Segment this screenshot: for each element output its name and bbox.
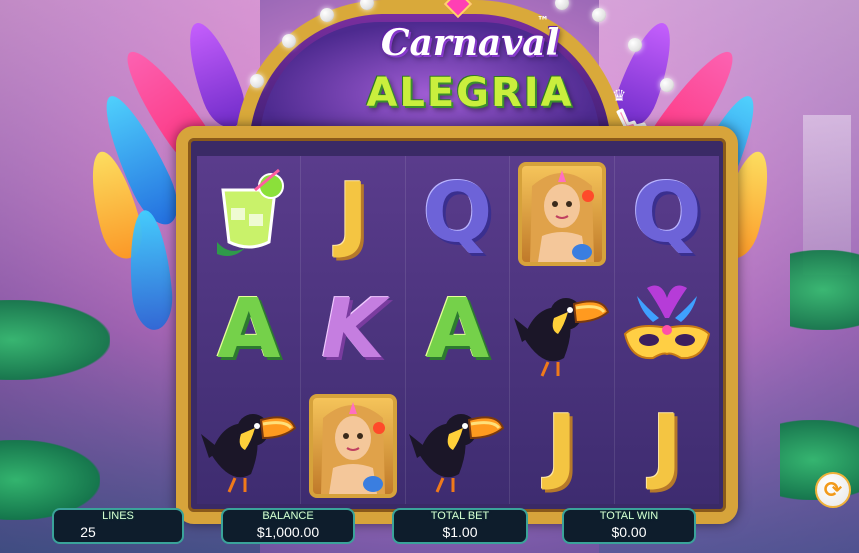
total-win-label: TOTAL WIN — [599, 510, 659, 522]
symbol-letter-q: Q — [422, 166, 493, 261]
symbol-letter-j: J — [546, 398, 578, 493]
reel-cell — [510, 272, 615, 388]
reel-cell: J — [301, 156, 406, 272]
lines-label: LINES — [102, 510, 134, 522]
balance-label: BALANCE — [262, 510, 314, 522]
reel-cell: J — [510, 388, 615, 504]
balance-panel: BALANCE $1,000.00 — [221, 508, 355, 544]
toucan-symbol-icon — [513, 278, 610, 382]
reel-cell — [510, 156, 615, 272]
total-bet-label: TOTAL BET — [430, 510, 490, 522]
game-logo-subtitle: ALEGRIA — [366, 70, 574, 116]
lines-panel[interactable]: LINES 25 — [52, 508, 184, 544]
mask-symbol-icon — [617, 278, 717, 382]
symbol-letter-j: J — [651, 398, 683, 493]
trademark-symbol: ™ — [537, 14, 549, 28]
reel-grid: JQ QAKA J J — [197, 156, 719, 504]
dancer-symbol-icon — [309, 394, 398, 498]
toucan-symbol-icon — [409, 394, 505, 498]
reel-cell: K — [301, 272, 406, 388]
reel-cell: A — [197, 272, 302, 388]
reel-cell — [406, 388, 511, 504]
reel-cell — [615, 272, 719, 388]
symbol-letter-a: A — [216, 282, 281, 377]
palm-leaf-right — [790, 250, 859, 330]
symbol-letter-a: A — [425, 282, 490, 377]
drink-symbol-icon — [209, 168, 289, 260]
total-bet-value: $1.00 — [442, 524, 478, 540]
total-win-value: $0.00 — [611, 524, 647, 540]
reel-cell: Q — [406, 156, 511, 272]
reel-cell — [197, 156, 302, 272]
toucan-symbol-icon — [200, 394, 297, 498]
reel-cell — [301, 388, 406, 504]
crown-icon: ♛ — [612, 86, 627, 105]
total-win-panel: TOTAL WIN $0.00 — [562, 508, 696, 544]
symbol-letter-j: J — [337, 166, 369, 261]
reel-cell: Q — [615, 156, 719, 272]
balance-value: $1,000.00 — [256, 524, 320, 540]
reel-cell: J — [615, 388, 719, 504]
lines-value: 25 — [80, 524, 96, 540]
dancer-symbol-icon — [517, 162, 606, 266]
reel-cell — [197, 388, 302, 504]
symbol-letter-k: K — [321, 282, 385, 377]
reel-cell: A — [406, 272, 511, 388]
autoplay-refresh-icon[interactable]: ⟳ — [815, 472, 851, 508]
palm-leaf-left — [0, 300, 110, 380]
game-logo-title: Carnaval — [380, 22, 560, 64]
total-bet-panel[interactable]: TOTAL BET $1.00 — [392, 508, 528, 544]
symbol-letter-q: Q — [631, 166, 702, 261]
